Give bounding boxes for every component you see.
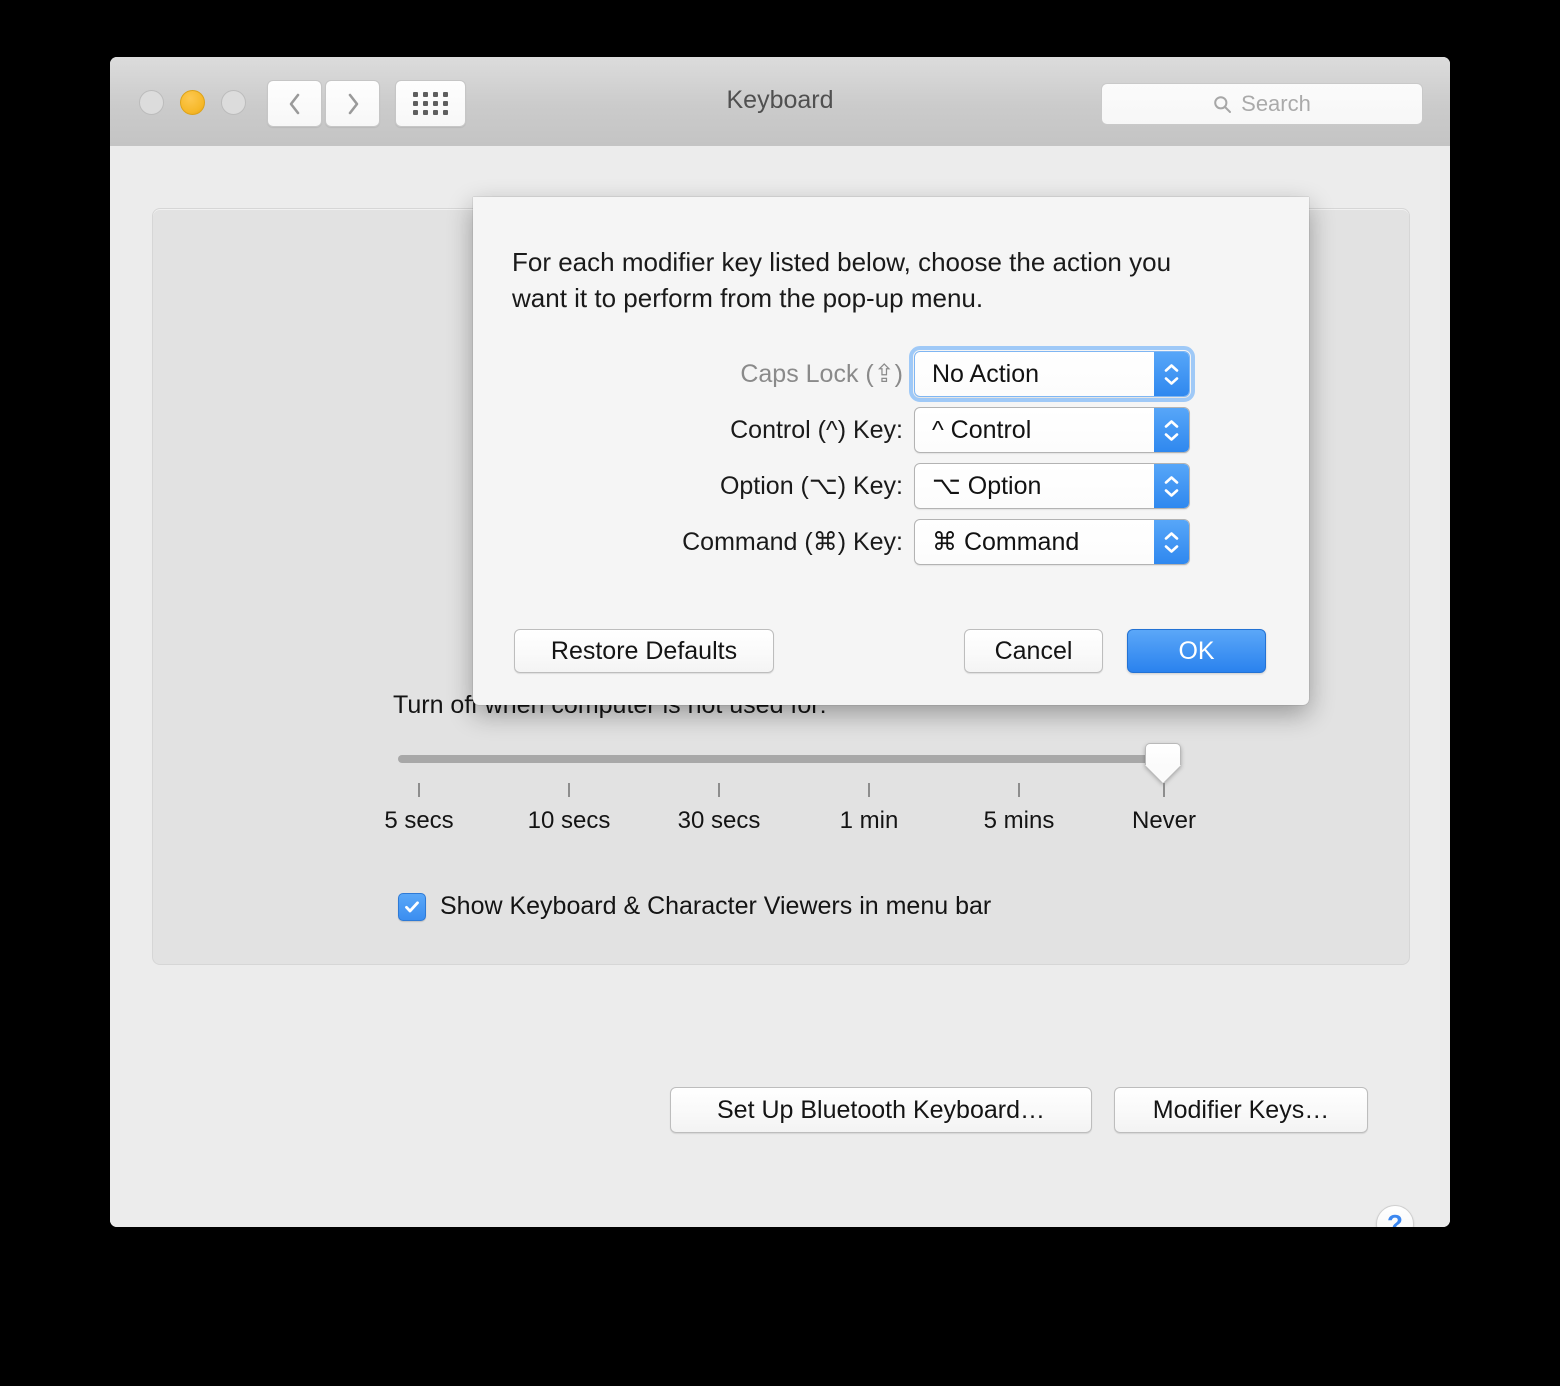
search-placeholder: Search	[1241, 91, 1311, 116]
option-key-label: Option (⌥) Key:	[719, 472, 903, 500]
stepper-chevrons-icon[interactable]	[1154, 352, 1189, 396]
command-key-action-select[interactable]: ⌘ Command	[914, 519, 1190, 565]
modifier-row-option: Option (⌥) Key: ⌥ Option	[720, 463, 1190, 509]
cancel-button[interactable]: Cancel	[964, 629, 1103, 673]
help-button[interactable]: ?	[1376, 1205, 1414, 1227]
slider-tick-label: 5 mins	[983, 807, 1055, 834]
slider-handle[interactable]	[1145, 743, 1181, 783]
caps-lock-action-select[interactable]: No Action	[909, 346, 1195, 402]
caps-lock-action-value: No Action	[932, 359, 1040, 388]
stepper-chevrons-icon[interactable]	[1154, 464, 1189, 508]
slider-tick	[568, 783, 570, 797]
backlight-timeout-slider[interactable]: 5 secs 10 secs 30 secs 1 min 5 mins Neve…	[384, 743, 1198, 875]
command-key-action-value: ⌘ Command	[932, 528, 1080, 556]
slider-tick-label: 5 secs	[384, 807, 454, 834]
control-key-action-select[interactable]: ^ Control	[914, 407, 1190, 453]
slider-tick-label: 10 secs	[527, 807, 611, 834]
caps-lock-label: Caps Lock (⇪)	[740, 360, 903, 388]
stepper-chevrons-icon[interactable]	[1154, 408, 1189, 452]
slider-tick-label: Never	[1131, 807, 1197, 834]
checkmark-icon	[405, 900, 419, 912]
restore-defaults-button[interactable]: Restore Defaults	[514, 629, 774, 673]
option-key-action-select[interactable]: ⌥ Option	[914, 463, 1190, 509]
command-key-label: Command (⌘) Key:	[682, 528, 903, 556]
control-key-label: Control (^) Key:	[730, 415, 903, 444]
show-viewers-checkbox[interactable]	[398, 892, 426, 921]
slider-tick	[1163, 783, 1165, 797]
ok-button[interactable]: OK	[1127, 629, 1266, 673]
slider-track[interactable]	[398, 755, 1168, 763]
set-up-bluetooth-keyboard-button[interactable]: Set Up Bluetooth Keyboard…	[670, 1087, 1092, 1133]
control-key-action-value: ^ Control	[932, 415, 1032, 444]
stepper-chevrons-icon[interactable]	[1154, 520, 1189, 564]
slider-tick-label: 1 min	[839, 807, 899, 834]
slider-tick-label: 30 secs	[677, 807, 761, 834]
show-viewers-checkbox-row[interactable]: Show Keyboard & Character Viewers in men…	[398, 892, 991, 921]
slider-tick	[418, 783, 420, 797]
slider-tick	[1018, 783, 1020, 797]
modifier-keys-button[interactable]: Modifier Keys…	[1114, 1087, 1368, 1133]
search-input[interactable]: Search	[1101, 83, 1423, 125]
modifier-keys-sheet: For each modifier key listed below, choo…	[473, 197, 1309, 705]
modifier-row-control: Control (^) Key: ^ Control	[730, 407, 1190, 453]
option-key-action-value: ⌥ Option	[932, 472, 1042, 500]
sheet-instruction-text: For each modifier key listed below, choo…	[512, 247, 1172, 313]
slider-tick	[868, 783, 870, 797]
slider-tick	[718, 783, 720, 797]
search-icon	[1214, 95, 1232, 113]
show-viewers-label: Show Keyboard & Character Viewers in men…	[440, 892, 992, 920]
window-titlebar: Keyboard Search	[110, 57, 1450, 147]
modifier-row-command: Command (⌘) Key: ⌘ Command	[682, 519, 1190, 565]
system-preferences-window: Keyboard Search Turn off when computer i…	[110, 57, 1450, 1227]
modifier-row-caps-lock: Caps Lock (⇪) No Action	[740, 346, 1195, 402]
